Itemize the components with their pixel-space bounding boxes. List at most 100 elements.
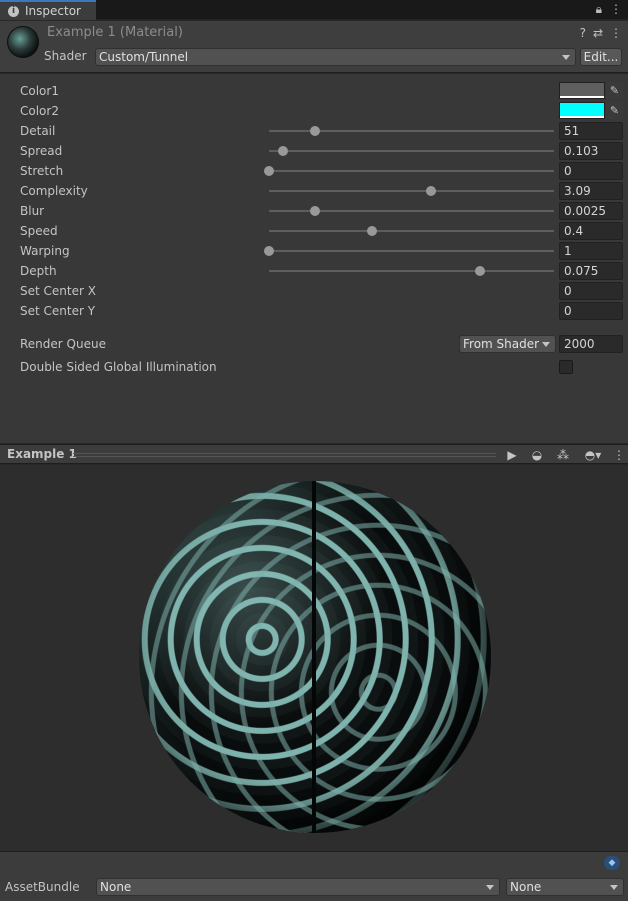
slider-row: Blur 0.0025	[0, 202, 628, 220]
property-set-center-x: Set Center X 0	[0, 282, 628, 300]
set-center-x-label: Set Center X	[20, 284, 96, 298]
render-queue-field[interactable]: 2000	[559, 335, 623, 353]
double-sided-gi-label: Double Sided Global Illumination	[20, 360, 217, 374]
preview-background-icon[interactable]: ◓▾	[580, 447, 606, 463]
slider-track[interactable]	[269, 270, 554, 272]
label-tag-icon[interactable]: ◆	[604, 856, 620, 870]
render-queue-mode-dropdown[interactable]: From Shader	[459, 335, 556, 353]
slider-thumb[interactable]	[278, 146, 289, 156]
slider-row: Depth 0.075	[0, 262, 628, 280]
slider-track[interactable]	[269, 190, 554, 192]
asset-bundle-footer: ◆ AssetBundle None None	[0, 851, 628, 901]
preview-sphere	[139, 481, 491, 833]
set-center-y-label: Set Center Y	[20, 304, 96, 318]
material-properties: Color1 ✎ Color2 ✎ Detail 51 Spread 0.103 Str…	[0, 74, 628, 443]
chevron-down-icon	[542, 342, 550, 347]
tab-inspector-label: Inspector	[25, 4, 81, 18]
slider-value-field[interactable]: 0.103	[559, 142, 623, 160]
eyedropper-icon[interactable]: ✎	[606, 82, 623, 99]
preview-resize-grip[interactable]	[73, 453, 496, 457]
chevron-down-icon	[610, 885, 618, 890]
render-queue-mode-value: From Shader	[463, 337, 540, 351]
tab-inspector[interactable]: i Inspector	[0, 0, 96, 20]
preview-light-icon[interactable]: ⁂	[555, 447, 571, 463]
help-icon[interactable]: ?	[580, 26, 586, 40]
preset-icon[interactable]: ⇄	[593, 26, 603, 40]
slider-label: Spread	[20, 144, 63, 158]
slider-label: Speed	[20, 224, 58, 238]
play-icon[interactable]: ▶	[504, 447, 520, 463]
slider-thumb[interactable]	[264, 166, 274, 176]
slider-row: Warping 1	[0, 242, 628, 260]
slider-row: Complexity 3.09	[0, 182, 628, 200]
kebab-menu-icon[interactable]: ⋮	[610, 2, 622, 17]
slider-thumb[interactable]	[474, 266, 485, 276]
double-sided-gi-checkbox[interactable]	[559, 360, 573, 374]
slider-value-field[interactable]: 0.0025	[559, 202, 623, 220]
property-set-center-y: Set Center Y 0	[0, 302, 628, 320]
slider-row: Speed 0.4	[0, 222, 628, 240]
slider-label: Complexity	[20, 184, 88, 198]
slider-value-field[interactable]: 0.075	[559, 262, 623, 280]
color1-label: Color1	[20, 84, 59, 98]
property-color2: Color2 ✎	[0, 102, 628, 120]
material-header: Example 1 (Material) ? ⇄ ⋮ Shader Custom…	[0, 21, 628, 73]
slider-value-field[interactable]: 3.09	[559, 182, 623, 200]
color2-field[interactable]	[559, 102, 605, 119]
slider-track[interactable]	[269, 250, 554, 252]
slider-row: Detail 51	[0, 122, 628, 140]
asset-bundle-variant-dropdown[interactable]: None	[506, 878, 624, 896]
asset-bundle-label: AssetBundle	[5, 880, 80, 894]
sphere-seam	[312, 481, 316, 833]
color1-field[interactable]	[559, 82, 605, 99]
color2-label: Color2	[20, 104, 59, 118]
color2-swatch	[560, 103, 604, 116]
slider-label: Depth	[20, 264, 57, 278]
set-center-y-field[interactable]: 0	[559, 302, 623, 320]
color1-swatch	[560, 83, 604, 96]
info-icon: i	[8, 5, 19, 17]
slider-track[interactable]	[269, 170, 554, 172]
context-menu-icon[interactable]: ⋮	[610, 26, 622, 40]
render-queue-label: Render Queue	[20, 337, 106, 351]
asset-bundle-dropdown[interactable]: None	[96, 878, 500, 896]
property-double-sided-gi: Double Sided Global Illumination	[0, 358, 628, 376]
slider-row: Stretch 0	[0, 162, 628, 180]
slider-thumb[interactable]	[426, 186, 437, 196]
slider-thumb[interactable]	[264, 246, 274, 256]
property-render-queue: Render Queue From Shader 2000	[0, 335, 628, 353]
material-title: Example 1 (Material)	[47, 25, 183, 40]
set-center-x-field[interactable]: 0	[559, 282, 623, 300]
edit-shader-button[interactable]: Edit...	[580, 48, 622, 66]
slider-value-field[interactable]: 0	[559, 162, 623, 180]
color1-alpha-bar	[560, 96, 604, 98]
tab-bar-tools: 🔒︎ ⋮	[596, 2, 622, 17]
material-thumbnail	[7, 26, 39, 58]
preview-menu-icon[interactable]: ⋮	[613, 447, 625, 463]
chevron-down-icon	[562, 55, 570, 60]
slider-value-field[interactable]: 0.4	[559, 222, 623, 240]
lock-icon[interactable]: 🔒︎	[596, 2, 602, 17]
slider-label: Detail	[20, 124, 56, 138]
slider-track[interactable]	[269, 230, 554, 232]
window-tab-bar: i Inspector 🔒︎ ⋮	[0, 0, 628, 20]
slider-value-field[interactable]: 1	[559, 242, 623, 260]
slider-thumb[interactable]	[309, 126, 320, 136]
slider-thumb[interactable]	[366, 226, 377, 236]
slider-value-field[interactable]: 51	[559, 122, 623, 140]
slider-thumb[interactable]	[309, 206, 320, 216]
color2-alpha-bar	[560, 116, 604, 118]
preview-title: Example 1	[7, 447, 77, 461]
shader-label: Shader	[44, 49, 87, 63]
slider-track[interactable]	[269, 150, 554, 152]
header-tools: ? ⇄ ⋮	[580, 26, 622, 40]
property-color1: Color1 ✎	[0, 82, 628, 100]
material-preview[interactable]	[0, 465, 628, 851]
shader-dropdown[interactable]: Custom/Tunnel	[95, 48, 576, 66]
slider-label: Warping	[20, 244, 70, 258]
chevron-down-icon	[486, 885, 494, 890]
eyedropper-icon[interactable]: ✎	[606, 102, 623, 119]
preview-toolbar: Example 1 ▶ ◒ ⁂ ◓▾ ⋮	[0, 444, 628, 464]
preview-mesh-icon[interactable]: ◒	[529, 447, 545, 463]
slider-row: Spread 0.103	[0, 142, 628, 160]
